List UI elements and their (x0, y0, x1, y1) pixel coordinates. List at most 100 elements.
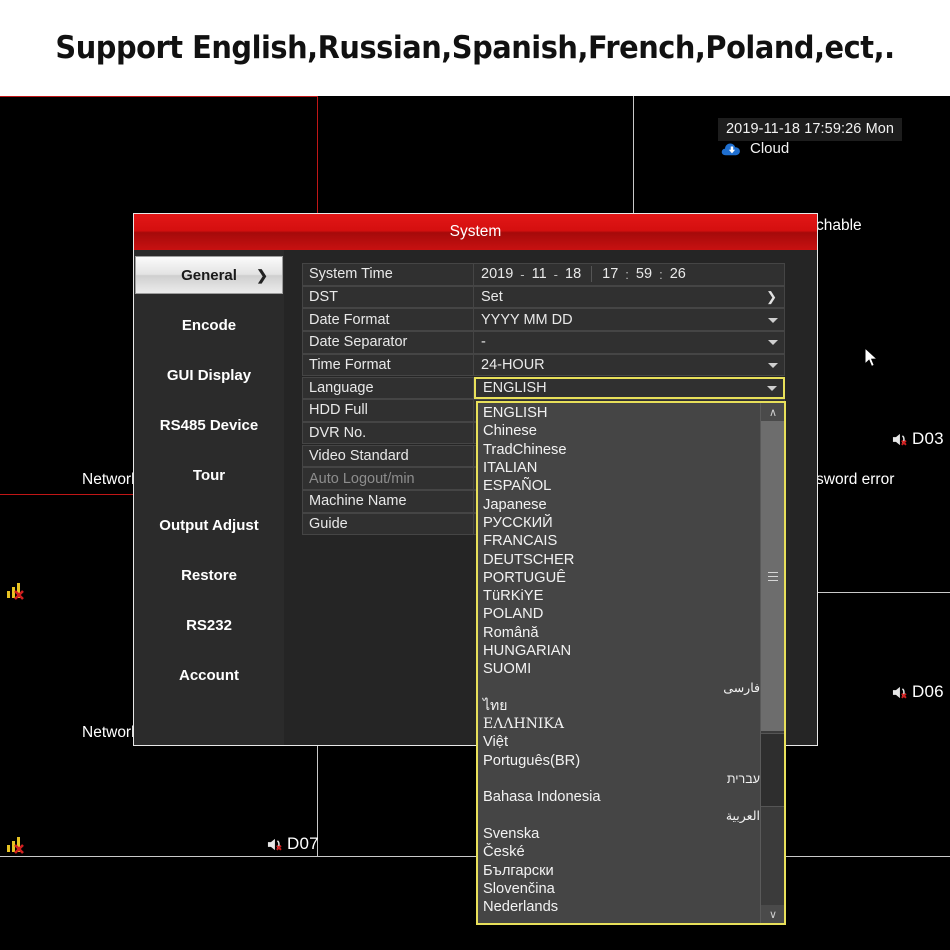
language-option[interactable]: العربية (478, 807, 760, 825)
language-option[interactable]: POLAND (478, 605, 760, 623)
field-divider (591, 266, 593, 283)
sidebar-item-restore[interactable]: Restore (134, 550, 284, 600)
language-option[interactable]: ΕΛΛΗΝΙΚΑ (478, 715, 760, 733)
scroll-up-arrow[interactable]: ∧ (761, 403, 784, 421)
sidebar-item-label: Tour (192, 466, 226, 484)
form-value-text: ENGLISH (483, 379, 547, 396)
language-option[interactable]: Nederlands (478, 898, 760, 916)
language-option[interactable]: Japanese (478, 495, 760, 513)
form-row-dst[interactable]: DST Set ❯ (302, 285, 785, 309)
sidebar-item-rs485-device[interactable]: RS485 Device (134, 400, 284, 450)
form-label: Auto Logout/min (302, 467, 474, 490)
language-option[interactable]: TradChinese (478, 441, 760, 459)
chevron-down-icon[interactable] (768, 340, 778, 346)
day-field[interactable]: 18 (565, 266, 581, 282)
form-value-text: - (481, 334, 486, 351)
language-option[interactable]: Việt (478, 733, 760, 751)
form-label: System Time (302, 263, 474, 286)
dialog-title-bar: System (134, 214, 817, 250)
cloud-icon (721, 142, 740, 155)
form-value-date-format[interactable]: YYYY MM DD (474, 308, 785, 331)
channel-5-message: Network (82, 471, 139, 488)
chevron-right-icon: ❯ (256, 266, 268, 283)
sidebar-item-tour[interactable]: Tour (134, 450, 284, 500)
hour-field[interactable]: 17 (602, 266, 618, 282)
dialog-title: System (449, 223, 502, 240)
screen-root: Support English,Russian,Spanish,French,P… (0, 0, 950, 950)
language-option[interactable]: Română (478, 624, 760, 642)
month-field[interactable]: 11 (532, 266, 547, 282)
channel-3-message: chable (816, 217, 862, 234)
dropdown-scrollbar[interactable]: ∧ ∨ (760, 403, 784, 923)
language-option[interactable]: SUOMI (478, 660, 760, 678)
chevron-right-icon[interactable]: ❯ (766, 290, 777, 303)
language-option[interactable]: Български (478, 861, 760, 879)
sidebar-item-output-adjust[interactable]: Output Adjust (134, 500, 284, 550)
form-value-time-format[interactable]: 24-HOUR (474, 353, 785, 377)
scroll-down-arrow[interactable]: ∨ (761, 905, 784, 923)
language-option[interactable]: עברית (478, 770, 760, 788)
channel-label-d07: D07 (266, 834, 319, 854)
language-option[interactable]: Svenska (478, 825, 760, 843)
grid-line-vertical (317, 96, 318, 216)
chevron-down-icon[interactable] (768, 317, 778, 323)
language-option[interactable]: ITALIAN (478, 459, 760, 477)
form-row-language[interactable]: Language ENGLISH (302, 376, 785, 399)
language-dropdown[interactable]: ENGLISH Chinese TradChinese ITALIAN ESPAÑOL J… (476, 401, 786, 925)
speaker-muted-icon (892, 433, 907, 445)
sidebar-item-general[interactable]: General ❯ (135, 256, 283, 294)
form-value-date-separator[interactable]: - (474, 331, 785, 354)
speaker-muted-icon (892, 686, 907, 698)
sidebar-item-encode[interactable]: Encode (134, 300, 284, 350)
language-option[interactable]: ENGLISH (478, 404, 760, 422)
language-option[interactable]: Slovenčina (478, 880, 760, 898)
sidebar-item-account[interactable]: Account (134, 650, 284, 700)
time-separator: : (659, 266, 663, 282)
language-option[interactable]: České (478, 843, 760, 861)
language-option[interactable]: فارسی (478, 678, 760, 696)
speaker-muted-icon (267, 838, 282, 850)
language-option-list: ENGLISH Chinese TradChinese ITALIAN ESPAÑOL J… (478, 404, 760, 916)
language-option[interactable]: TüRKiYE (478, 587, 760, 605)
form-label: Date Format (302, 308, 474, 331)
language-option[interactable]: DEUTSCHER (478, 550, 760, 568)
minute-field[interactable]: 59 (636, 266, 652, 282)
sidebar-item-gui-display[interactable]: GUI Display (134, 350, 284, 400)
form-label: DVR No. (302, 421, 474, 445)
form-value-text: Set (481, 288, 503, 305)
form-row-time-format[interactable]: Time Format 24-HOUR (302, 353, 785, 377)
language-option[interactable]: Português(BR) (478, 752, 760, 770)
language-option[interactable]: Chinese (478, 422, 760, 440)
second-field[interactable]: 26 (670, 266, 686, 282)
language-option[interactable]: HUNGARIAN (478, 642, 760, 660)
sidebar-item-label: GUI Display (166, 366, 252, 384)
language-option[interactable]: FRANCAIS (478, 532, 760, 550)
chevron-down-icon[interactable] (767, 385, 777, 391)
sidebar-item-label: Encode (181, 316, 237, 334)
channel-7-message: Network (82, 724, 139, 741)
form-value-language[interactable]: ENGLISH (474, 376, 785, 399)
form-row-system-time[interactable]: System Time 2019-11-18 17:59:26 (302, 263, 785, 286)
language-option[interactable]: ESPAÑOL (478, 477, 760, 495)
scrollbar-track-segment[interactable] (761, 733, 784, 807)
form-row-date-format[interactable]: Date Format YYYY MM DD (302, 308, 785, 331)
form-row-date-separator[interactable]: Date Separator - (302, 331, 785, 354)
sidebar-item-rs232[interactable]: RS232 (134, 600, 284, 650)
cloud-status: Cloud (721, 140, 789, 157)
signal-error-icon (7, 583, 24, 600)
form-label: DST (302, 285, 474, 309)
year-field[interactable]: 2019 (481, 266, 513, 282)
system-time-value[interactable]: 2019-11-18 17:59:26 (474, 263, 785, 286)
language-option[interactable]: ไทย (478, 697, 760, 715)
language-option[interactable]: РУССКИЙ (478, 514, 760, 532)
form-value-dst[interactable]: Set ❯ (474, 285, 785, 309)
sidebar-item-label: RS485 Device (159, 416, 259, 434)
time-separator: : (625, 266, 629, 282)
form-label: Time Format (302, 353, 474, 377)
language-option[interactable]: PORTUGUÊ (478, 569, 760, 587)
chevron-down-icon[interactable] (768, 363, 778, 369)
scrollbar-thumb[interactable] (761, 421, 784, 731)
language-option[interactable]: Bahasa Indonesia (478, 788, 760, 806)
grid-line-horizontal (0, 856, 950, 857)
form-label: HDD Full (302, 399, 474, 422)
